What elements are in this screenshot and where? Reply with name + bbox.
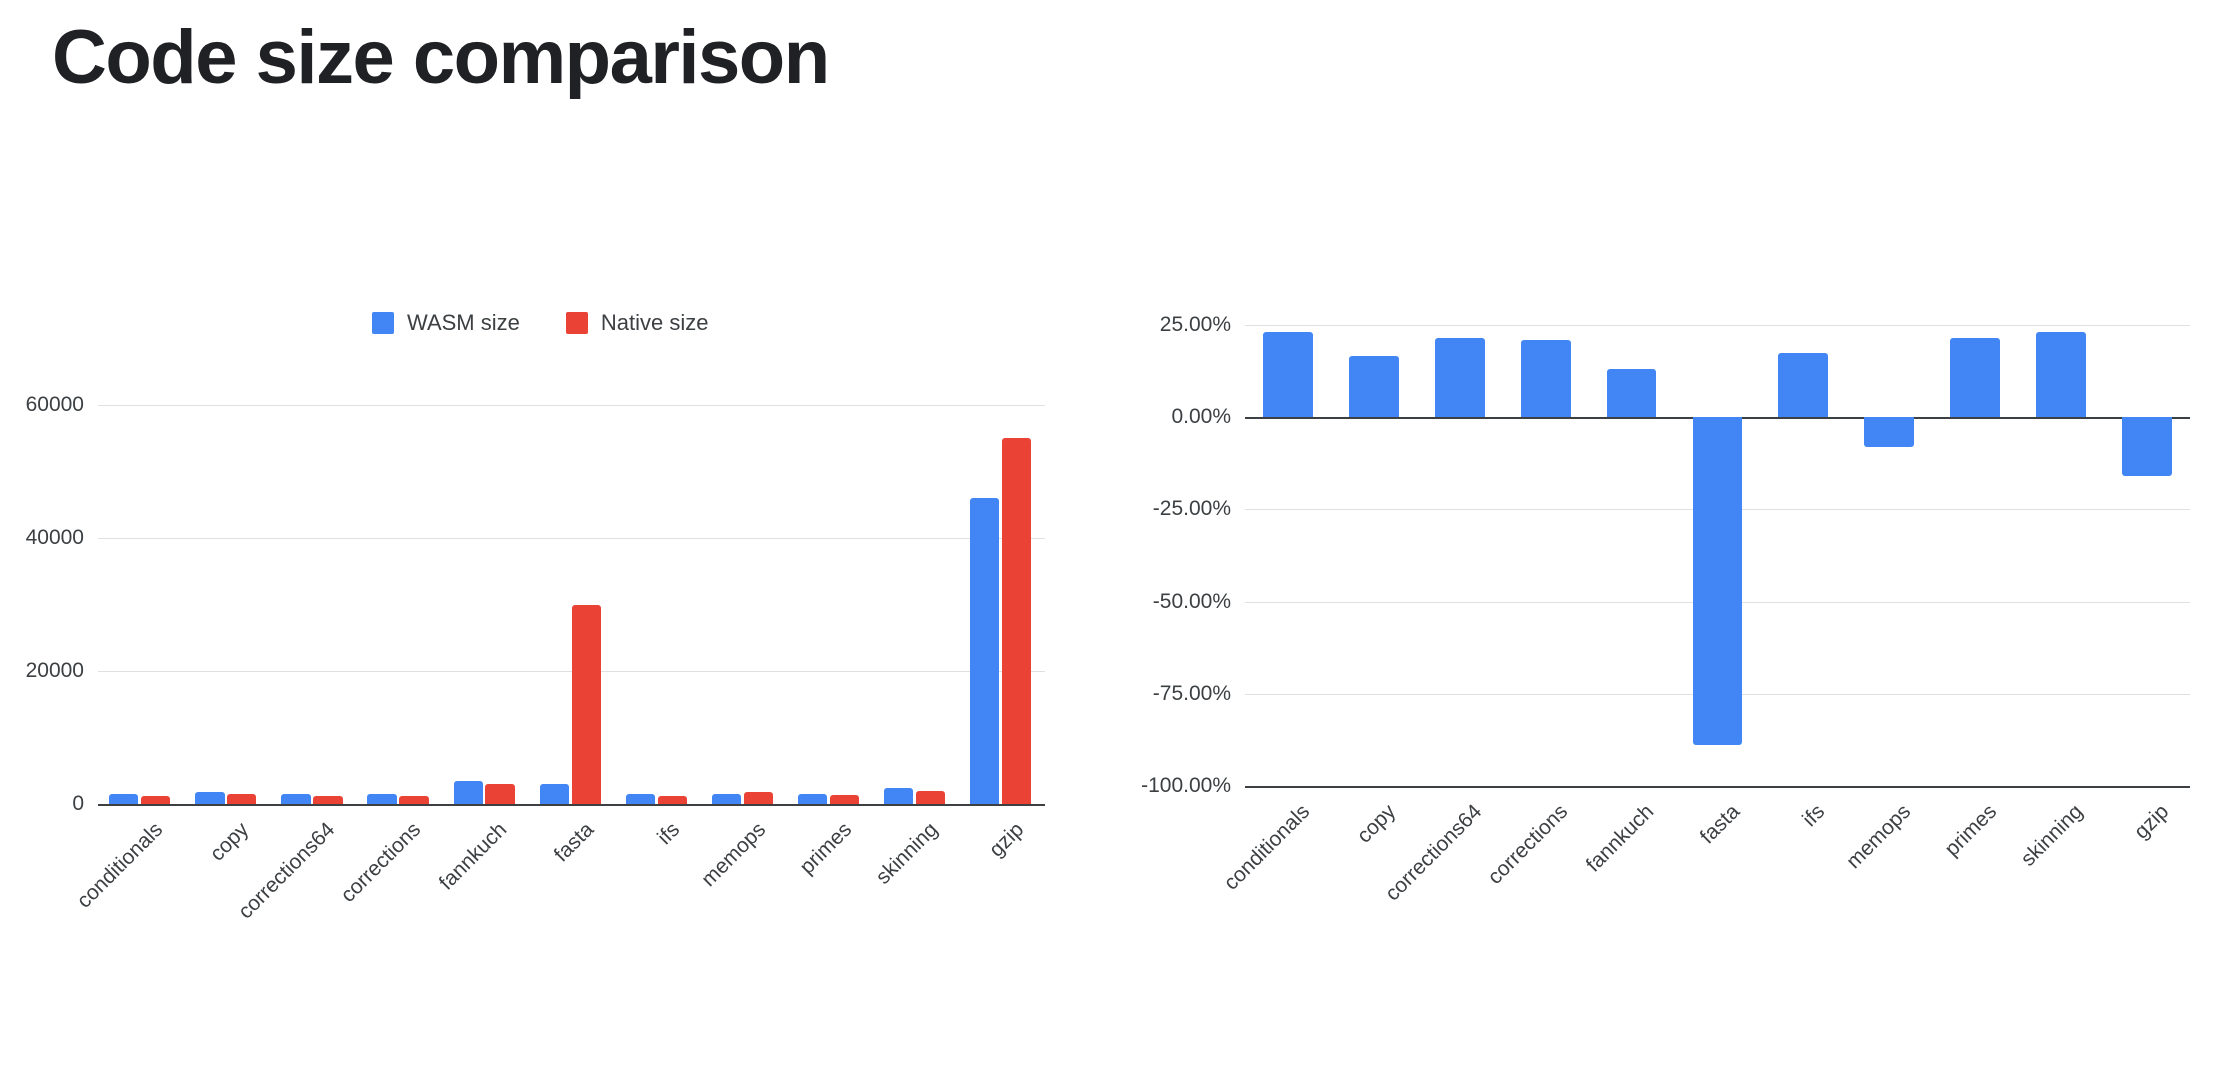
bar (1692, 417, 1743, 746)
bar (485, 784, 515, 804)
bar (141, 796, 171, 804)
bar (1434, 337, 1485, 418)
bar (829, 795, 860, 804)
bar (1263, 332, 1313, 418)
y-axis-tick-label: 20000 (25, 659, 84, 683)
gridline (98, 804, 1045, 806)
chart-absolute-code-size: WASM size Native size 0 20000 40000 60000 co… (0, 250, 1060, 950)
bar (1950, 337, 2001, 418)
bar (539, 783, 569, 804)
bar (915, 791, 946, 804)
bar (367, 793, 397, 804)
bar (227, 794, 257, 804)
bar (1606, 369, 1657, 418)
bar (1348, 356, 1399, 418)
bar (1864, 417, 1915, 447)
gridline (1245, 786, 2190, 788)
bar (884, 788, 914, 804)
bar (571, 604, 601, 804)
y-axis-tick-label: -50.00% (1152, 589, 1231, 613)
bar (743, 792, 773, 804)
bar (2122, 417, 2172, 477)
bar (797, 794, 828, 804)
y-axis-tick-label: 60000 (25, 393, 84, 417)
bar (2036, 332, 2087, 418)
bar (1001, 438, 1032, 804)
bar (657, 795, 687, 804)
y-axis-tick-label: 0 (72, 792, 84, 815)
gridline (98, 405, 1045, 407)
bar (109, 794, 139, 804)
bar (1778, 352, 1829, 418)
bar (711, 794, 742, 804)
gridline (98, 538, 1045, 540)
bar (313, 796, 343, 804)
y-axis-tick-label: 0.00% (1171, 405, 1231, 429)
y-axis-tick-label: 25.00% (1159, 313, 1231, 336)
gridline (1245, 325, 2190, 326)
page-title: Code size comparison (52, 15, 830, 100)
bar (453, 781, 483, 804)
bar (281, 794, 311, 804)
bar (195, 792, 225, 804)
bar (399, 795, 429, 804)
y-axis-tick-label: -75.00% (1152, 681, 1231, 705)
chart-percent-difference: 25.00% 0.00% -25.00% -50.00% -75.00% -100.00%… (1085, 250, 2205, 950)
y-axis-tick-label: 40000 (25, 526, 84, 550)
y-axis-tick-label: -25.00% (1152, 497, 1231, 521)
y-axis-tick-label: -100.00% (1141, 774, 1231, 797)
bar (625, 794, 656, 804)
bar (1520, 339, 1571, 418)
bar (970, 498, 1000, 804)
